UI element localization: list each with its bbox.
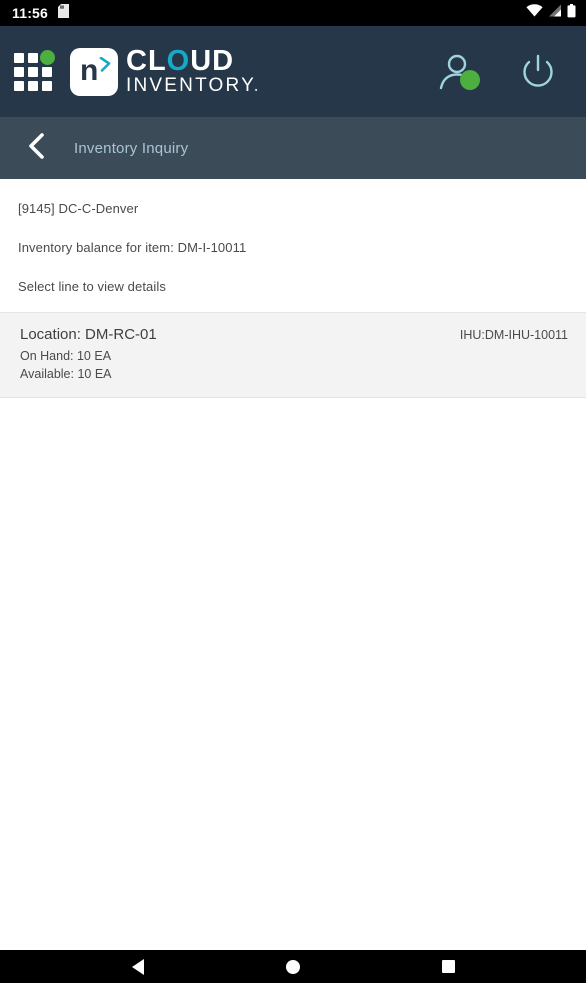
content-empty-area — [0, 398, 586, 950]
status-bar-left: 11:56 — [12, 3, 70, 23]
page-title: Inventory Inquiry — [74, 139, 189, 157]
header-actions — [436, 50, 560, 94]
apps-grid-icon[interactable] — [14, 49, 56, 92]
table-row[interactable]: Location: DM-RC-01 On Hand: 10 EA Availa… — [0, 312, 586, 398]
power-icon[interactable] — [516, 50, 560, 94]
table-row-details: Location: DM-RC-01 On Hand: 10 EA Availa… — [20, 325, 157, 383]
app-header: n CLOUD INVENTORY. — [0, 26, 586, 117]
brand-logo-cloud: CLOUD — [126, 44, 235, 77]
status-bar-clock: 11:56 — [12, 5, 49, 21]
page-title-bar: Inventory Inquiry — [0, 117, 586, 179]
row-location: Location: DM-RC-01 — [20, 326, 157, 343]
site-line: [9145] DC-C-Denver — [18, 201, 139, 216]
android-back-icon[interactable] — [118, 950, 158, 983]
brand-logo-inventory: INVENTORY. — [126, 74, 261, 96]
instruction-line: Select line to view details — [18, 279, 166, 294]
user-account-icon[interactable] — [436, 50, 480, 94]
row-on-hand: On Hand: 10 EA — [20, 349, 112, 363]
android-recents-icon[interactable] — [428, 950, 468, 983]
brand-logo: n CLOUD INVENTORY. — [70, 44, 261, 97]
mobile-app-screen: 11:56 n CLOUD INVENTORY. Inventory Inqui… — [0, 0, 586, 983]
status-bar-right — [526, 3, 576, 23]
sim-card-icon — [58, 3, 70, 23]
wifi-icon — [526, 4, 543, 22]
brand-logo-letter: n — [80, 53, 99, 87]
user-online-status-dot — [460, 69, 480, 90]
cellular-signal-icon — [548, 4, 562, 22]
chevron-right-icon — [99, 56, 112, 77]
brand-logo-text: CLOUD INVENTORY. — [126, 44, 261, 97]
android-status-bar: 11:56 — [0, 0, 586, 26]
apps-grid-notification-dot — [40, 49, 55, 65]
brand-logo-badge: n — [70, 47, 118, 96]
back-button[interactable] — [20, 131, 54, 165]
android-nav-bar — [0, 950, 586, 983]
balance-line: Inventory balance for item: DM-I-10011 — [18, 240, 247, 255]
inquiry-info-block: [9145] DC-C-Denver Inventory balance for… — [0, 179, 586, 312]
row-available: Available: 10 EA — [20, 367, 112, 381]
android-home-icon[interactable] — [273, 950, 313, 983]
back-chevron-icon — [26, 132, 48, 165]
row-ihu: IHU:DM-IHU-10011 — [459, 328, 568, 342]
battery-icon — [567, 3, 576, 23]
main-content: [9145] DC-C-Denver Inventory balance for… — [0, 179, 586, 950]
